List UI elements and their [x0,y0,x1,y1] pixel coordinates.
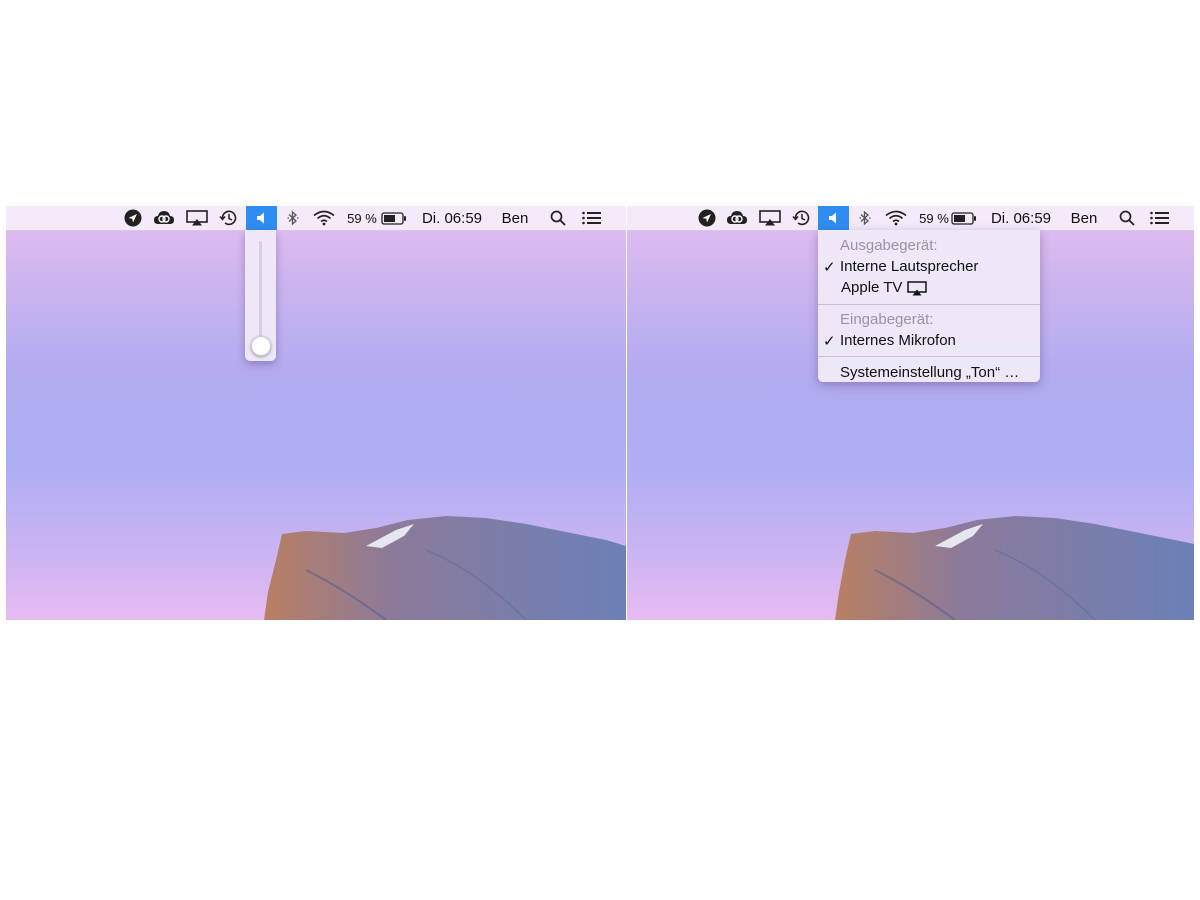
time-machine-icon[interactable] [218,206,240,230]
checkmark-icon: ✓ [823,258,836,276]
location-arrow-icon[interactable] [696,206,718,230]
bluetooth-icon[interactable] [856,206,874,230]
battery-icon[interactable] [380,206,408,230]
half-dome-image [835,516,1194,620]
volume-popup [245,230,276,361]
menu-item-label: Apple TV [841,279,903,296]
menu-item-sound-preferences[interactable]: Systemeinstellung „Ton“ … [818,363,1040,383]
volume-slider-knob[interactable] [251,336,271,356]
airplay-icon[interactable] [184,206,210,230]
desktop-wallpaper [6,206,626,620]
location-arrow-icon[interactable] [122,206,144,230]
volume-slider-track[interactable] [259,241,262,345]
output-device-header: Ausgabegerät: [818,236,1040,256]
spotlight-search-icon[interactable] [548,206,568,230]
screenshot-volume-slider: 59 % Di. 06:59 Ben [6,206,626,620]
menu-item-label: Systemeinstellung „Ton“ … [840,364,1020,381]
notification-center-icon[interactable] [1148,206,1172,230]
half-dome-image [264,516,626,620]
menu-item-apple-tv[interactable]: Apple TV [818,278,1040,298]
time-machine-icon[interactable] [791,206,813,230]
menu-bar: 59 % Di. 06:59 Ben [627,206,1194,231]
user-menu[interactable]: Ben [498,206,532,230]
menu-item-label: Internes Mikrofon [840,332,956,349]
input-device-header: Eingabegerät: [818,310,1040,330]
spotlight-search-icon[interactable] [1117,206,1137,230]
menu-item-internal-speakers[interactable]: ✓ Interne Lautsprecher [818,257,1040,277]
menu-bar: 59 % Di. 06:59 Ben [6,206,626,231]
volume-icon[interactable] [246,206,277,230]
volume-icon[interactable] [818,206,849,230]
airplay-icon [907,280,928,295]
airplay-icon[interactable] [757,206,783,230]
creative-cloud-icon[interactable] [150,206,178,230]
notification-center-icon[interactable] [580,206,604,230]
user-menu[interactable]: Ben [1067,206,1101,230]
output-device-header-label: Ausgabegerät: [840,237,938,254]
battery-percentage: 59 % [347,210,377,226]
screenshot-sound-menu: 59 % Di. 06:59 Ben Ausgabegerät: ✓ Inter… [627,206,1194,620]
menu-separator [818,356,1040,357]
battery-icon[interactable] [950,206,978,230]
clock[interactable]: Di. 06:59 [416,206,488,230]
wifi-icon[interactable] [312,206,336,230]
wifi-icon[interactable] [884,206,908,230]
checkmark-icon: ✓ [823,332,836,350]
menu-item-label: Interne Lautsprecher [840,258,979,275]
input-device-header-label: Eingabegerät: [840,311,934,328]
sound-menu: Ausgabegerät: ✓ Interne Lautsprecher App… [818,230,1040,382]
clock[interactable]: Di. 06:59 [985,206,1057,230]
bluetooth-icon[interactable] [284,206,302,230]
battery-percentage: 59 % [919,210,949,226]
menu-separator [818,304,1040,305]
menu-item-internal-microphone[interactable]: ✓ Internes Mikrofon [818,331,1040,351]
creative-cloud-icon[interactable] [723,206,751,230]
